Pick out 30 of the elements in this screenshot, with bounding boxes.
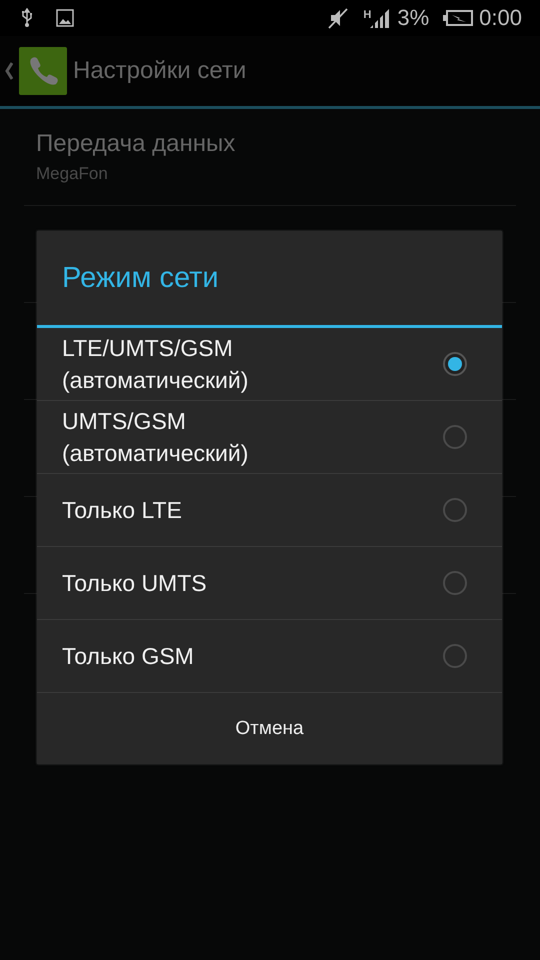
network-mode-option[interactable]: LTE/UMTS/GSM (автоматический) [37, 328, 502, 400]
muted-speaker-icon [327, 7, 350, 29]
radio-button[interactable] [443, 352, 467, 376]
clock: 0:00 [479, 5, 522, 31]
image-icon [56, 9, 74, 27]
usb-icon [20, 8, 34, 28]
back-chevron-icon [5, 62, 13, 80]
dialog-title: Режим сети [37, 231, 502, 328]
screen-title: Настройки сети [73, 57, 246, 85]
network-mode-option[interactable]: UMTS/GSM (автоматический) [37, 400, 502, 473]
network-mode-option[interactable]: Только UMTS [37, 546, 502, 619]
radio-button[interactable] [443, 644, 467, 668]
radio-button[interactable] [443, 571, 467, 595]
network-mode-option[interactable]: Только GSM [37, 619, 502, 692]
option-label: UMTS/GSM (автоматический) [62, 407, 250, 468]
phone-app-icon [19, 47, 67, 95]
network-mode-option[interactable]: Только LTE [37, 473, 502, 546]
cancel-button[interactable]: Отмена [37, 692, 502, 764]
setting-title: Передача данных [36, 130, 236, 158]
battery-icon [443, 9, 474, 27]
option-label: Только GSM [62, 642, 195, 671]
radio-button[interactable] [443, 498, 467, 522]
battery-percent: 3% [397, 5, 430, 31]
option-label: Только LTE [62, 496, 183, 525]
network-type: H [363, 9, 372, 21]
setting-summary: MegaFon [36, 164, 109, 184]
signal-icon [369, 7, 392, 29]
radio-button[interactable] [443, 425, 467, 449]
option-label: Только UMTS [62, 569, 208, 598]
option-label: LTE/UMTS/GSM (автоматический) [62, 334, 250, 395]
